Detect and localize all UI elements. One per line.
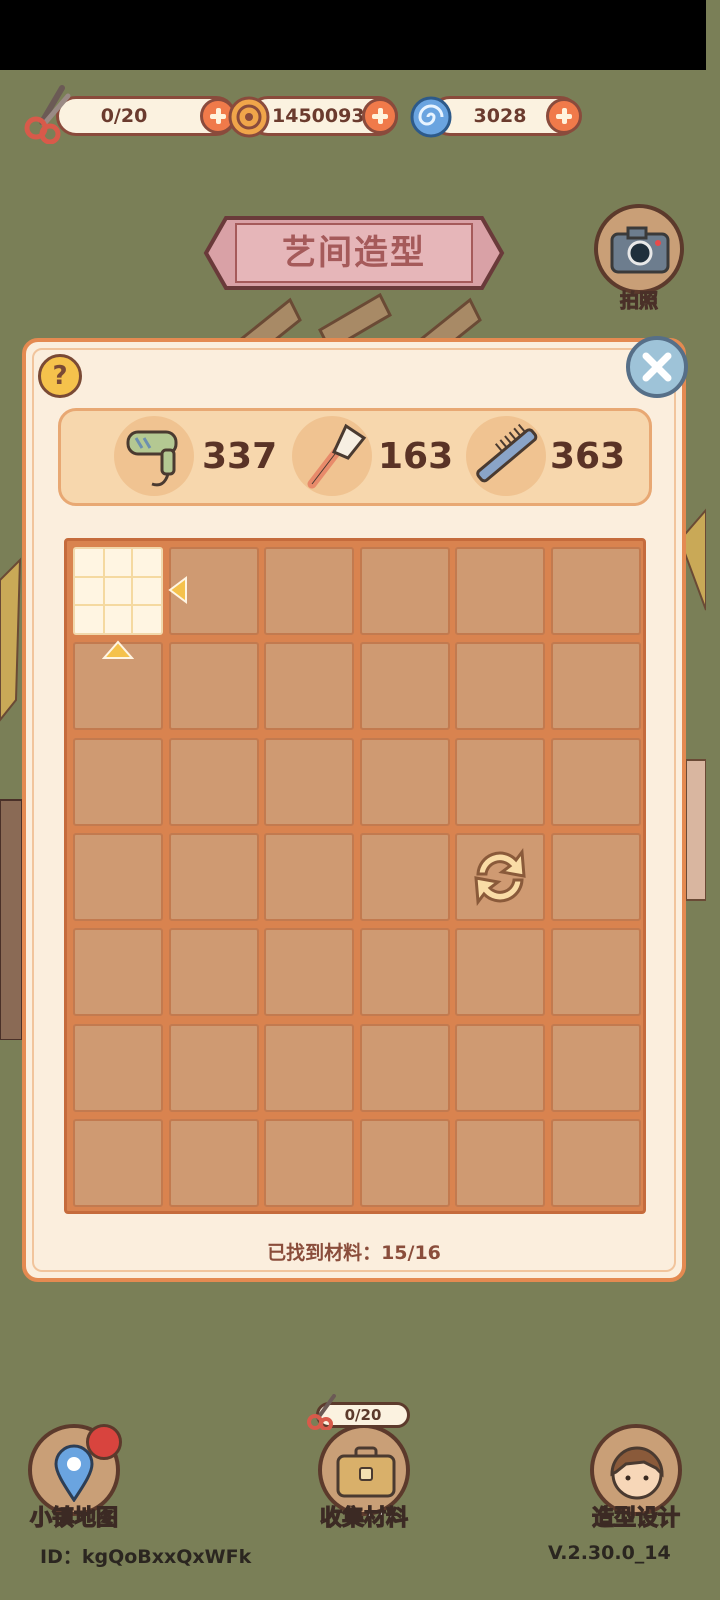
scissors-icon [24, 85, 71, 144]
help-button[interactable]: ? [38, 354, 82, 398]
grid-cell[interactable] [168, 832, 259, 921]
refresh-icon[interactable] [464, 844, 536, 910]
grid-cell[interactable] [264, 928, 354, 1017]
makeup-brush-icon [292, 416, 372, 496]
grid-cell[interactable] [73, 737, 163, 826]
blue-spiral-icon [410, 96, 452, 138]
grid-cell[interactable] [168, 1023, 259, 1112]
material-grid [64, 538, 646, 1214]
grid-cell[interactable] [550, 928, 641, 1017]
grid-cell[interactable] [359, 832, 450, 921]
grid-cell[interactable] [359, 547, 450, 635]
grid-cell[interactable] [264, 737, 354, 826]
grid-cell[interactable] [73, 928, 163, 1017]
style-design-label[interactable]: 造型设计 [576, 1500, 696, 1532]
scissors-resource: 0/20 [22, 85, 236, 144]
grid-cell[interactable] [264, 1118, 354, 1207]
grid-cell[interactable] [550, 737, 641, 826]
grid-cell[interactable] [359, 737, 450, 826]
close-button[interactable] [626, 336, 688, 398]
grid-cell[interactable] [73, 832, 163, 921]
selection-arrow-left-icon [168, 576, 187, 604]
coin-icon [228, 96, 270, 138]
selection-arrow-up-icon [102, 640, 134, 659]
player-id: ID：kgQoBxxQxWFk [40, 1546, 252, 1568]
grid-cell[interactable] [168, 928, 259, 1017]
grid-cell[interactable] [73, 1023, 163, 1112]
grid-cell[interactable] [359, 928, 450, 1017]
spiral-count: 3028 [473, 105, 527, 127]
grid-cell-revealed[interactable] [73, 547, 163, 635]
grid-cell[interactable] [359, 642, 450, 731]
avatar-icon [610, 1446, 664, 1500]
camera-icon [610, 226, 670, 274]
found-materials-text: 已找到材料：15/16 [267, 1242, 441, 1264]
grid-cell[interactable] [455, 737, 545, 826]
grid-cell[interactable] [455, 1023, 545, 1112]
grid-cell[interactable] [550, 1118, 641, 1207]
makeup-brush-count: 163 [378, 436, 454, 477]
grid-cell[interactable] [550, 547, 641, 635]
page-title: 艺间造型 [282, 233, 426, 273]
grid-cell[interactable] [550, 642, 641, 731]
grid-cell[interactable] [264, 832, 354, 921]
grid-cell[interactable] [73, 1118, 163, 1207]
coin-resource: 1450093 [228, 96, 404, 138]
grid-cell[interactable] [264, 1023, 354, 1112]
town-map-label[interactable]: 小镇地图 [14, 1500, 134, 1532]
grid-cell[interactable] [264, 547, 354, 635]
collect-materials-label[interactable]: 收集材料 [304, 1500, 424, 1532]
grid-cell[interactable] [455, 642, 545, 731]
grid-cell[interactable] [168, 642, 259, 731]
grid-cell[interactable] [359, 1118, 450, 1207]
grid-cell[interactable] [550, 832, 641, 921]
add-spiral-button[interactable] [546, 98, 582, 134]
comb-icon [466, 416, 546, 496]
version-text: V.2.30.0_14 [548, 1542, 671, 1564]
scissors-small-icon [307, 1394, 336, 1430]
status-bar [0, 0, 706, 70]
grid-cell[interactable] [455, 1118, 545, 1207]
grid-cell[interactable] [168, 737, 259, 826]
hair-dryer-count: 337 [202, 436, 278, 477]
spiral-resource: 3028 [410, 96, 586, 138]
grid-cell[interactable] [359, 1023, 450, 1112]
hair-dryer-icon [114, 416, 194, 496]
camera-label: 拍照 [619, 290, 658, 313]
grid-cell[interactable] [455, 928, 545, 1017]
close-icon [642, 352, 672, 382]
comb-count: 363 [550, 436, 626, 477]
camera-button[interactable] [594, 204, 684, 294]
suitcase-icon [336, 1446, 396, 1498]
grid-cell[interactable] [168, 1118, 259, 1207]
scissors-count: 0/20 [100, 105, 148, 127]
add-coins-button[interactable] [362, 98, 398, 134]
grid-cell[interactable] [550, 1023, 641, 1112]
notification-badge [86, 1424, 122, 1460]
grid-cell[interactable] [455, 547, 545, 635]
coin-count: 1450093 [272, 105, 365, 127]
grid-cell[interactable] [264, 642, 354, 731]
